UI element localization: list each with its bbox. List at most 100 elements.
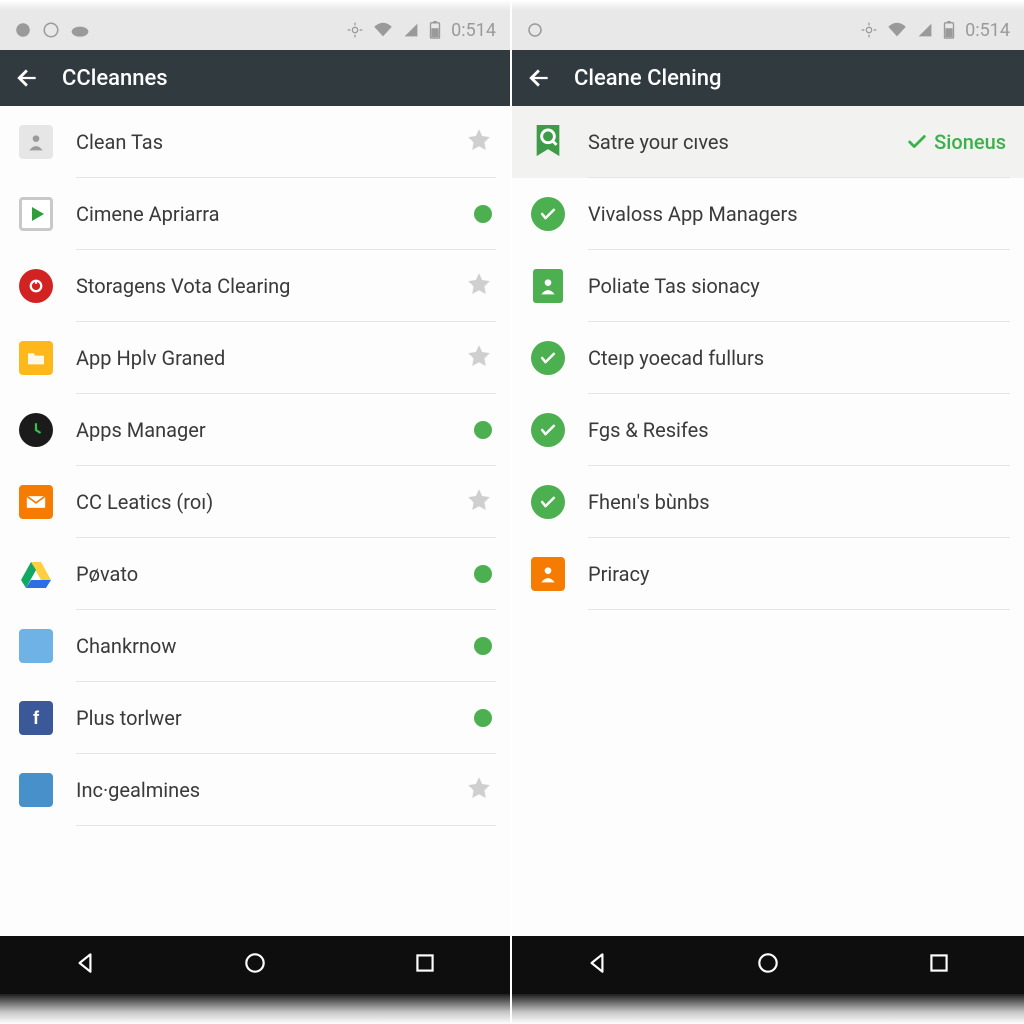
clock-text: 0:514 — [965, 20, 1010, 41]
list-item-label: Priracy — [588, 562, 1006, 586]
nav-recent-icon[interactable] — [926, 950, 952, 980]
status-dot-icon — [474, 637, 492, 655]
list-item-label: CC Leatics (roı) — [76, 490, 466, 514]
app-title: CCleannes — [62, 66, 168, 91]
back-arrow-icon[interactable] — [526, 65, 552, 91]
nav-home-icon[interactable] — [242, 950, 268, 980]
cloud-icon — [70, 23, 90, 37]
bottom-fade — [0, 994, 510, 1024]
list-item-label: Fgs & Resifes — [588, 418, 1006, 442]
list-item[interactable]: Poliate Tas sionacy — [512, 250, 1024, 322]
status-success-text: Sioneus — [934, 130, 1006, 154]
list-item-label: Fhenı's bùnbs — [588, 490, 1006, 514]
nav-recent-icon[interactable] — [412, 950, 438, 980]
nav-home-icon[interactable] — [755, 950, 781, 980]
app-bar: Cleane Clening — [512, 50, 1024, 106]
gear-icon — [347, 22, 363, 38]
star-icon[interactable] — [466, 343, 492, 373]
star-icon[interactable] — [466, 487, 492, 517]
check-icon — [530, 484, 566, 520]
folder-icon — [18, 340, 54, 376]
app-bar: CCleannes — [0, 50, 510, 106]
list-item[interactable]: Clean Tas — [0, 106, 510, 178]
status-dot-icon — [474, 709, 492, 727]
list-item[interactable]: Vivaloss App Managers — [512, 178, 1024, 250]
status-success: Sioneus — [906, 130, 1006, 154]
list-item[interactable]: Storagens Vota Clearing — [0, 250, 510, 322]
list-item-label: Pøvato — [76, 562, 474, 586]
battery-icon — [943, 21, 955, 39]
back-arrow-icon[interactable] — [14, 65, 40, 91]
top-fade — [0, 0, 510, 10]
clock-text: 0:514 — [451, 20, 496, 41]
list-item[interactable]: Apps Manager — [0, 394, 510, 466]
app-title: Cleane Clening — [574, 66, 721, 91]
list-item-label: Cimene Apriarra — [76, 202, 474, 226]
bottom-fade — [512, 994, 1024, 1024]
list-item-label: Plus torlwer — [76, 706, 474, 730]
list-item[interactable]: Cteıp yoecad fullurs — [512, 322, 1024, 394]
list-item-label: Vivaloss App Managers — [588, 202, 1006, 226]
status-dot-icon — [474, 565, 492, 583]
clean-list[interactable]: Satre your cıves Sioneus Vivaloss App Ma… — [512, 106, 1024, 936]
list-item-label: Poliate Tas sionacy — [588, 274, 1006, 298]
battery-icon — [429, 21, 441, 39]
list-item[interactable]: Fgs & Resifes — [512, 394, 1024, 466]
status-dot-icon — [474, 205, 492, 223]
signal-icon — [917, 22, 933, 38]
check-icon — [530, 340, 566, 376]
star-icon[interactable] — [466, 271, 492, 301]
list-item[interactable]: CC Leatics (roı) — [0, 466, 510, 538]
status-bar: 0:514 — [0, 10, 510, 50]
nav-back-icon[interactable] — [72, 950, 98, 980]
person-icon — [530, 268, 566, 304]
app-circle-icon — [18, 412, 54, 448]
app-icon — [18, 628, 54, 664]
power-icon — [18, 268, 54, 304]
person-icon — [530, 556, 566, 592]
status-bar: 0:514 — [512, 10, 1024, 50]
app-list[interactable]: Clean Tas Cimene Apriarra Storagens Vota C… — [0, 106, 510, 936]
nav-back-icon[interactable] — [584, 950, 610, 980]
list-item[interactable]: Fhenı's bùnbs — [512, 466, 1024, 538]
list-item-label: Storagens Vota Clearing — [76, 274, 466, 298]
app-icon — [18, 772, 54, 808]
phone-left: 0:514 CCleannes Clean Tas Cimene Apriarra… — [0, 0, 512, 1024]
play-icon — [18, 196, 54, 232]
star-icon[interactable] — [466, 775, 492, 805]
wifi-icon — [887, 22, 907, 38]
list-item-label: Cteıp yoecad fullurs — [588, 346, 1006, 370]
bookmark-icon — [530, 124, 566, 160]
list-item-label: App Hplv Graned — [76, 346, 466, 370]
list-item[interactable]: f Plus torlwer — [0, 682, 510, 754]
facebook-icon: f — [18, 700, 54, 736]
list-item-label: Apps Manager — [76, 418, 474, 442]
status-dot-icon — [474, 421, 492, 439]
list-item[interactable]: Inc·gealmines — [0, 754, 510, 826]
wifi-icon — [373, 22, 393, 38]
star-icon[interactable] — [466, 127, 492, 157]
clean-header-row[interactable]: Satre your cıves Sioneus — [512, 106, 1024, 178]
list-item-label: Inc·gealmines — [76, 778, 466, 802]
signal-icon — [403, 22, 419, 38]
list-item[interactable]: Chankrnow — [0, 610, 510, 682]
drive-icon — [18, 556, 54, 592]
list-item[interactable]: Pøvato — [0, 538, 510, 610]
list-item[interactable]: Cimene Apriarra — [0, 178, 510, 250]
list-item[interactable]: App Hplv Graned — [0, 322, 510, 394]
top-fade — [512, 0, 1024, 10]
list-item-label: Chankrnow — [76, 634, 474, 658]
person-icon — [18, 124, 54, 160]
android-nav-bar — [0, 936, 510, 994]
list-item-label: Clean Tas — [76, 130, 466, 154]
gear-icon — [861, 22, 877, 38]
mail-icon — [18, 484, 54, 520]
check-icon — [530, 412, 566, 448]
clean-header-label: Satre your cıves — [588, 130, 906, 154]
check-icon — [530, 196, 566, 232]
phone-right: 0:514 Cleane Clening Satre your cıves Si… — [512, 0, 1024, 1024]
status-dot-icon — [526, 21, 544, 39]
list-item[interactable]: Priracy — [512, 538, 1024, 610]
android-nav-bar — [512, 936, 1024, 994]
android-icon — [14, 21, 32, 39]
